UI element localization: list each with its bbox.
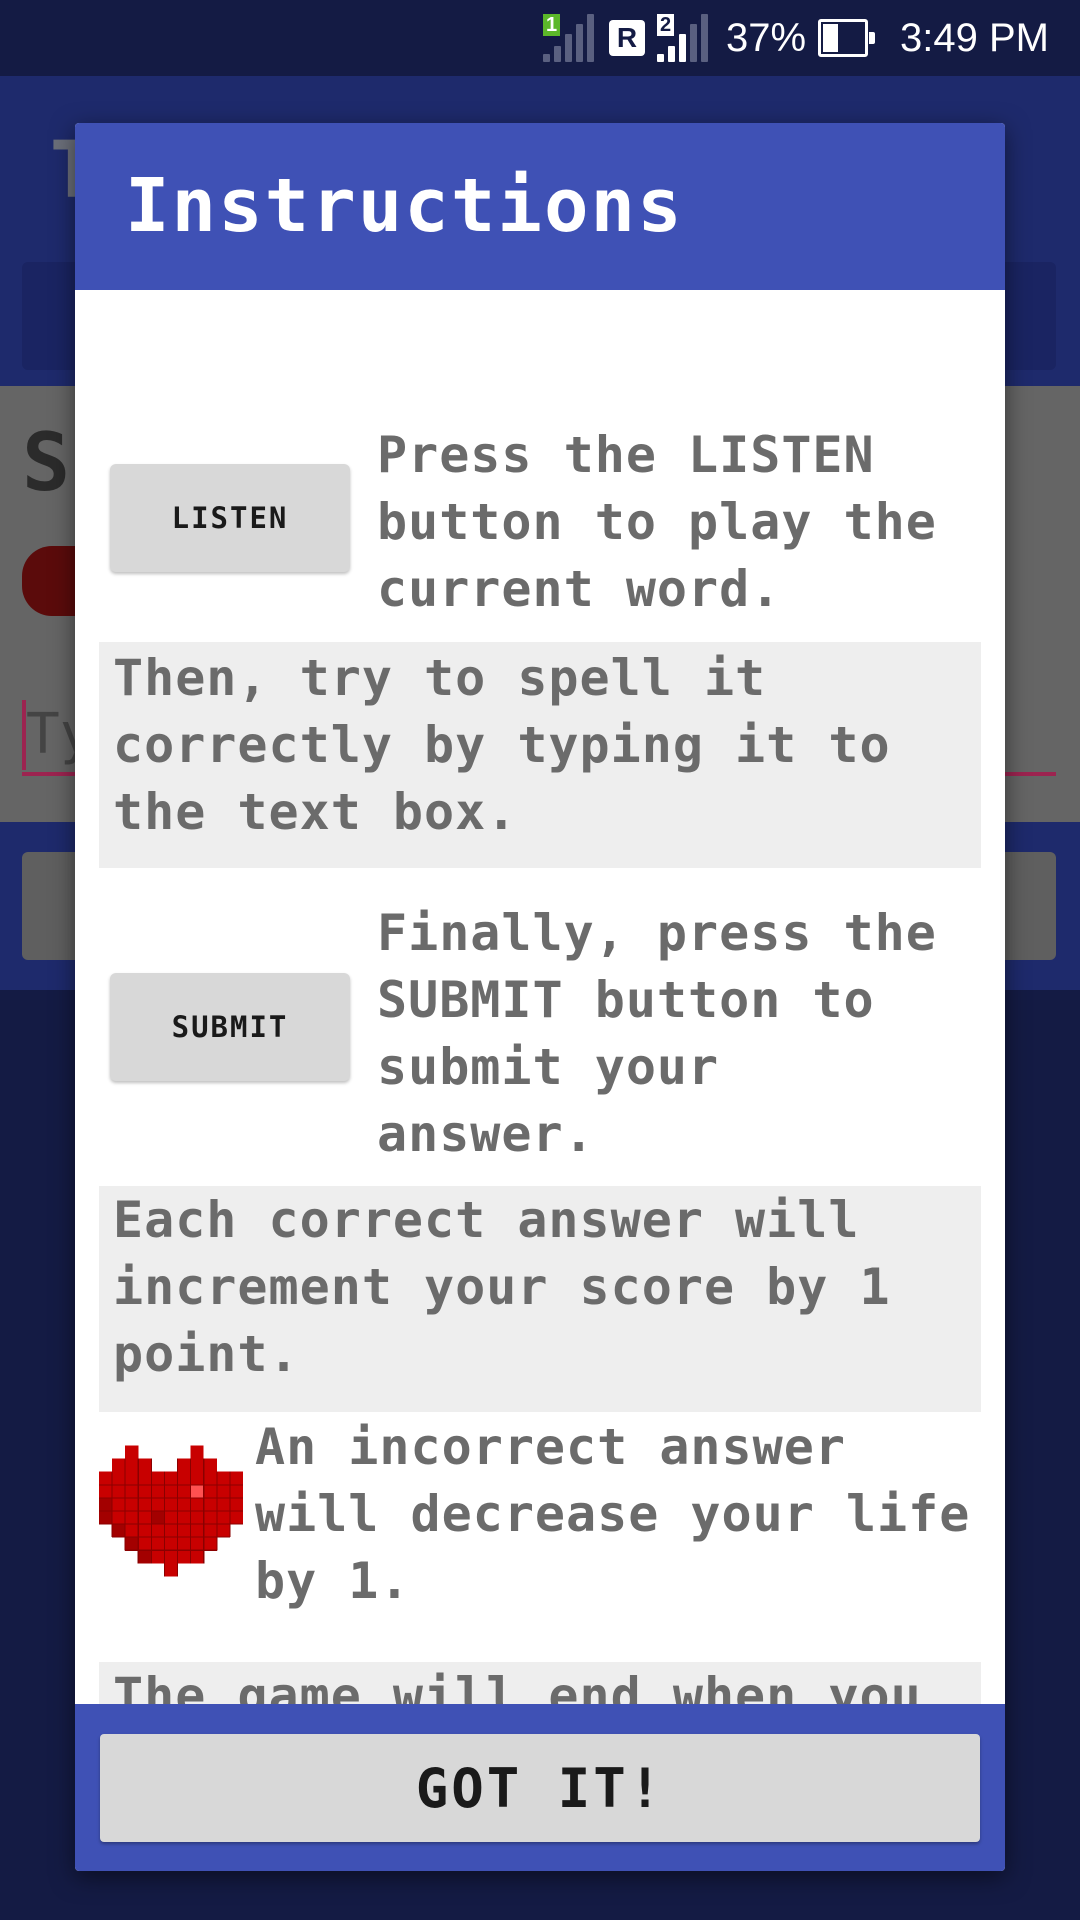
submit-button-sample[interactable]: SUBMIT [110,973,350,1081]
sim1-signal-icon: 1 [543,14,597,62]
battery-icon [818,19,875,57]
sim2-signal-icon: 2 [657,14,711,62]
submit-button-label: SUBMIT [171,1010,289,1044]
listen-button-label: LISTEN [171,501,289,535]
dialog-header: Instructions [75,123,1005,290]
clock: 3:49 PM [900,15,1049,60]
listen-button-sample[interactable]: LISTEN [110,464,350,572]
sim2-label: 2 [657,14,675,36]
battery-percent: 37% [726,15,807,60]
dialog-title: Instructions [125,163,684,249]
status-bar: 1 R 2 37% 3:49 PM [0,0,1080,76]
roaming-icon: R [609,20,645,56]
got-it-button[interactable]: GOT IT! [100,1734,980,1842]
dialog-body: LISTEN Press the LISTEN button to play t… [75,290,1005,1827]
battery-fill [823,24,838,52]
dialog-footer: GOT IT! [75,1704,1005,1871]
instructions-dialog: Instructions LISTEN Press the LISTEN but… [75,123,1005,1871]
background-score-label: S [22,416,71,509]
pixel-heart-icon [99,1445,243,1577]
sim1-label: 1 [543,14,561,36]
listen-instruction: Press the LISTEN button to play the curr… [377,426,937,618]
got-it-label: GOT IT! [415,1756,665,1820]
spell-instruction: Then, try to spell it correctly by typin… [113,649,891,841]
background-heart-icon [22,546,82,616]
life-instruction: An incorrect answer will decrease your l… [255,1418,971,1610]
submit-instruction: Finally, press the SUBMIT button to subm… [377,904,937,1163]
score-instruction: Each correct answer will increment your … [113,1191,891,1383]
roaming-label: R [616,22,638,53]
